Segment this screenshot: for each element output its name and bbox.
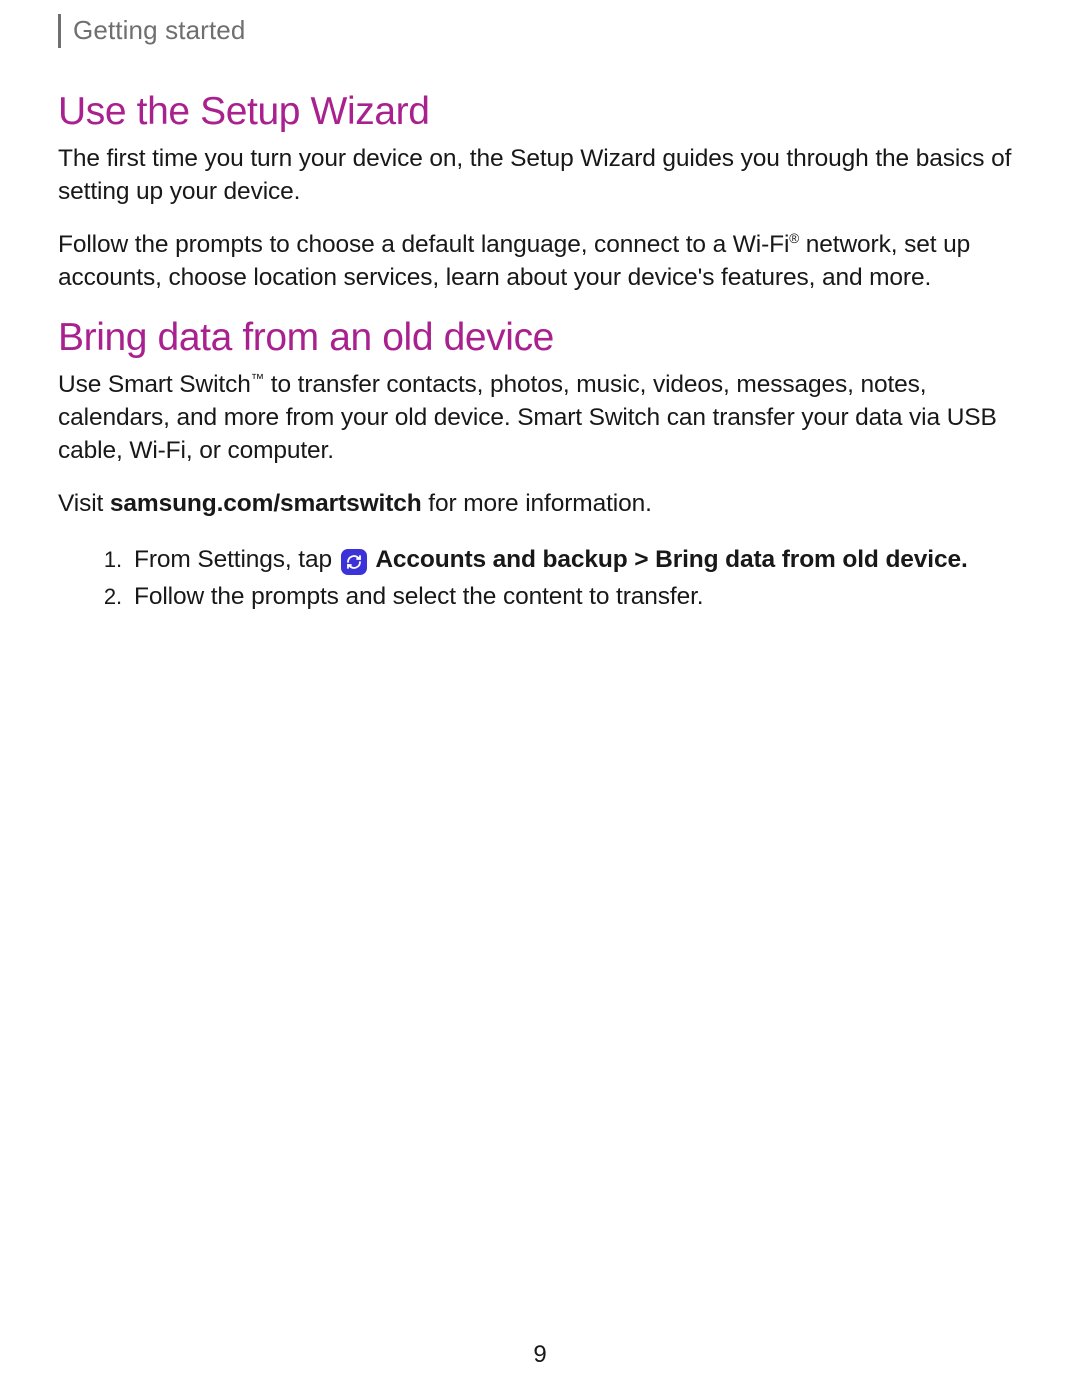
visit-link-text: samsung.com/smartswitch	[110, 490, 422, 517]
list-item: From Settings, tap Accounts and backup >…	[128, 541, 1022, 579]
body-text: Follow the prompts to choose a default l…	[58, 228, 1022, 294]
visit-suffix: for more information.	[422, 490, 652, 517]
breadcrumb: Getting started	[58, 14, 246, 48]
step-bold-path: Accounts and backup > Bring data from ol…	[375, 546, 967, 573]
page-number: 9	[0, 1341, 1080, 1369]
step-prefix: From Settings, tap	[134, 546, 339, 573]
sync-icon	[341, 549, 367, 575]
visit-prefix: Visit	[58, 490, 110, 517]
body-text-run: Use Smart Switch	[58, 371, 251, 398]
section-title-setup-wizard: Use the Setup Wizard	[58, 90, 1022, 134]
body-text-run: Follow the prompts to choose a default l…	[58, 231, 789, 258]
page: Getting started Use the Setup Wizard The…	[0, 0, 1080, 1397]
content: Use the Setup Wizard The first time you …	[58, 0, 1022, 616]
list-item: Follow the prompts and select the conten…	[128, 578, 1022, 616]
steps-list: From Settings, tap Accounts and backup >…	[58, 541, 1022, 617]
body-text: The first time you turn your device on, …	[58, 142, 1022, 208]
registered-mark: ®	[789, 231, 799, 246]
section-title-bring-data: Bring data from an old device	[58, 316, 1022, 360]
trademark-mark: ™	[251, 371, 264, 386]
body-text: Visit samsung.com/smartswitch for more i…	[58, 487, 1022, 520]
body-text: Use Smart Switch™ to transfer contacts, …	[58, 368, 1022, 467]
